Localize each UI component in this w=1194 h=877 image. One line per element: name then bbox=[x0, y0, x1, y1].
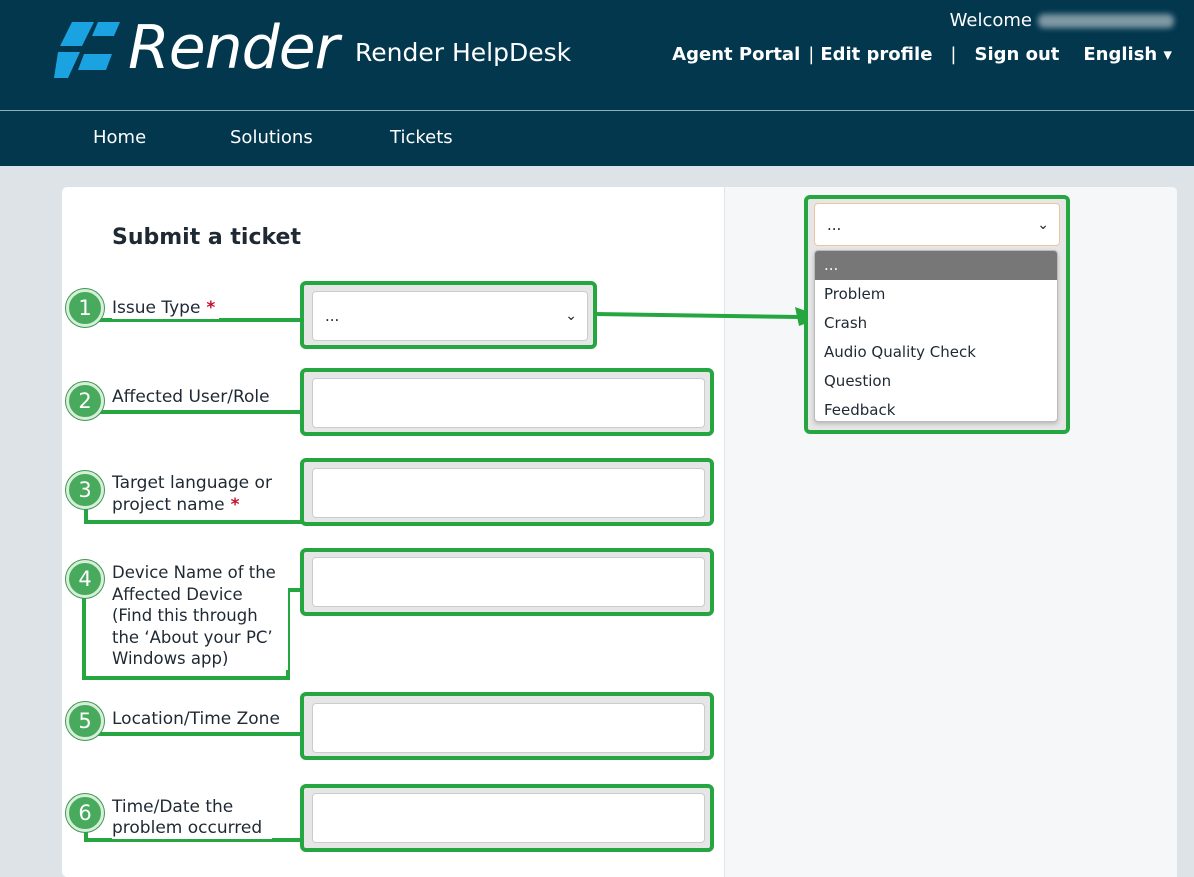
language-menu[interactable]: English ▼ bbox=[1083, 44, 1172, 65]
location-timezone-input[interactable] bbox=[312, 703, 705, 753]
required-mark: * bbox=[230, 495, 240, 515]
step-badge: 6 bbox=[66, 794, 104, 832]
location-timezone-label: Location/Time Zone bbox=[112, 708, 284, 730]
target-language-input[interactable] bbox=[312, 468, 705, 518]
step-badge: 1 bbox=[66, 289, 104, 327]
user-name-redacted bbox=[1038, 14, 1174, 28]
welcome-label: Welcome bbox=[949, 10, 1032, 31]
dropdown-selected-value: ... bbox=[827, 215, 842, 234]
caret-down-icon: ▼ bbox=[1163, 48, 1172, 62]
option-crash[interactable]: Crash bbox=[815, 309, 1057, 338]
target-language-label: Target language or project name * bbox=[112, 472, 282, 516]
issue-type-select[interactable]: ... ⌄ bbox=[312, 291, 588, 341]
site-title: Render HelpDesk bbox=[355, 38, 572, 67]
step-badge: 4 bbox=[66, 560, 104, 598]
top-header: Render Render HelpDesk Welcome Agent Por… bbox=[0, 0, 1194, 111]
agent-portal-link[interactable]: Agent Portal bbox=[672, 44, 800, 65]
affected-user-label: Affected User/Role bbox=[112, 386, 274, 408]
issue-type-options: ... Problem Crash Audio Quality Check Qu… bbox=[814, 250, 1058, 422]
device-name-label: Device Name of the Affected Device (Find… bbox=[112, 562, 288, 670]
callout-line bbox=[86, 732, 302, 736]
sign-out-link[interactable]: Sign out bbox=[974, 44, 1059, 65]
issue-type-label: Issue Type * bbox=[112, 297, 220, 319]
issue-type-value: ... bbox=[325, 307, 340, 325]
nav-solutions[interactable]: Solutions bbox=[230, 127, 313, 148]
callout-line bbox=[82, 590, 86, 680]
device-name-input[interactable] bbox=[312, 557, 705, 607]
problem-time-input[interactable] bbox=[312, 793, 705, 843]
nav-home[interactable]: Home bbox=[93, 127, 146, 148]
required-mark: * bbox=[206, 298, 216, 318]
option-audio-quality-check[interactable]: Audio Quality Check bbox=[815, 338, 1057, 367]
page-title: Submit a ticket bbox=[112, 225, 301, 250]
affected-user-input[interactable] bbox=[312, 378, 705, 428]
callout-line bbox=[84, 520, 304, 524]
nav-tickets[interactable]: Tickets bbox=[390, 127, 453, 148]
issue-type-select-open[interactable]: ... ⌄ bbox=[814, 203, 1060, 246]
account-links: Agent Portal | Edit profile | Sign out E… bbox=[672, 44, 1172, 65]
callout-line bbox=[86, 410, 302, 414]
link-separator: | bbox=[808, 44, 815, 65]
option-question[interactable]: Question bbox=[815, 367, 1057, 396]
option-empty[interactable]: ... bbox=[815, 251, 1057, 280]
step-badge: 3 bbox=[66, 471, 104, 509]
render-logo-icon bbox=[54, 22, 120, 78]
step-badge: 5 bbox=[66, 702, 104, 740]
step-badge: 2 bbox=[66, 382, 104, 420]
brand-name: Render bbox=[128, 13, 339, 83]
language-label: English bbox=[1083, 44, 1158, 65]
option-problem[interactable]: Problem bbox=[815, 280, 1057, 309]
welcome-message: Welcome bbox=[950, 10, 1174, 31]
chevron-down-icon: ⌄ bbox=[565, 308, 577, 324]
option-feedback[interactable]: Feedback bbox=[815, 396, 1057, 421]
issue-type-label-text: Issue Type bbox=[112, 298, 201, 318]
link-separator: | bbox=[950, 44, 957, 65]
edit-profile-link[interactable]: Edit profile bbox=[820, 44, 932, 65]
problem-time-label: Time/Date the problem occurred bbox=[112, 797, 272, 839]
callout-arrow-icon bbox=[595, 307, 823, 326]
chevron-down-icon: ⌄ bbox=[1037, 216, 1049, 233]
target-language-label-text: Target language or project name bbox=[112, 473, 272, 515]
main-nav: Home Solutions Tickets bbox=[0, 111, 1194, 166]
callout-line bbox=[82, 676, 290, 680]
